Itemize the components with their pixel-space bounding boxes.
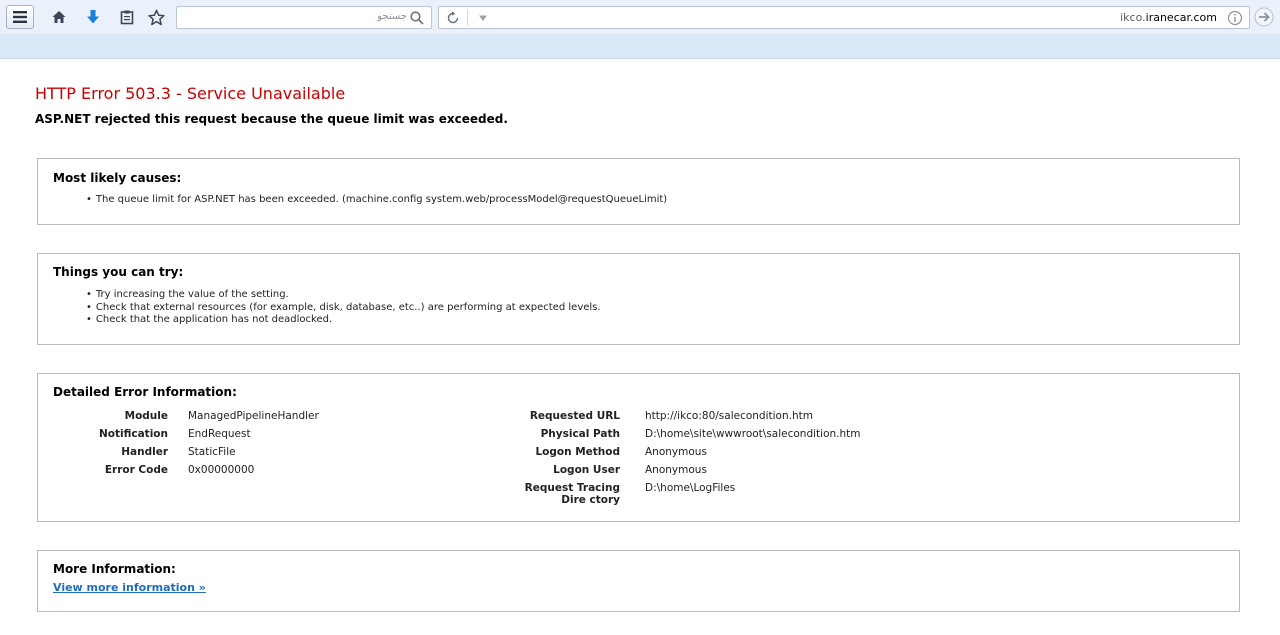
list-item: Try increasing the value of the setting. <box>86 289 601 302</box>
detail-label: Logon User <box>553 464 620 476</box>
detail-label: Handler <box>121 446 168 458</box>
detail-label: Notification <box>98 428 168 440</box>
url-host-prefix: ikco. <box>1120 11 1146 24</box>
detail-value: 0x00000000 <box>188 464 255 476</box>
causes-list: The queue limit for ASP.NET has been exc… <box>86 194 667 207</box>
detail-label: Requested URL <box>529 410 620 422</box>
search-placeholder: جستجو <box>377 11 407 22</box>
hamburger-icon <box>13 11 27 23</box>
detail-value: Anonymous <box>645 446 707 458</box>
causes-heading: Most likely causes: <box>53 171 182 185</box>
detail-value: ManagedPipelineHandler <box>188 410 319 422</box>
detail-value: Anonymous <box>645 464 707 476</box>
star-icon <box>147 9 165 25</box>
clipboard-icon <box>120 10 134 25</box>
view-more-information-link[interactable]: View more information » <box>53 581 206 594</box>
detail-value: D:\home\LogFiles <box>645 482 736 494</box>
detail-label: Logon Method <box>535 446 620 458</box>
detail-value: EndRequest <box>188 428 251 440</box>
browser-toolbar: جستجو ikco.iranecar.com <box>0 0 1280 35</box>
try-list: Try increasing the value of the setting.… <box>86 289 601 327</box>
detail-label: Module <box>124 410 168 422</box>
reload-icon[interactable] <box>445 10 461 26</box>
error-title: HTTP Error 503.3 - Service Unavailable <box>35 84 346 103</box>
more-info-panel: More Information: View more information … <box>37 550 1240 612</box>
search-icon[interactable] <box>409 10 425 26</box>
home-icon <box>52 11 66 23</box>
go-button[interactable] <box>1252 5 1276 29</box>
detail-panel: Detailed Error Information: Module Manag… <box>37 373 1240 522</box>
url-host-domain: iranecar.com <box>1145 11 1217 24</box>
download-arrow-icon <box>87 10 99 24</box>
list-item: The queue limit for ASP.NET has been exc… <box>86 194 667 207</box>
bookmarks-bar <box>0 35 1280 59</box>
list-item: Check that the application has not deadl… <box>86 314 601 327</box>
address-separator <box>467 10 468 26</box>
menu-button[interactable] <box>6 5 34 29</box>
detail-value: http://ikco:80/salecondition.htm <box>645 410 813 422</box>
reader-view-button[interactable] <box>115 6 139 28</box>
error-subtitle: ASP.NET rejected this request because th… <box>35 112 508 126</box>
more-info-heading: More Information: <box>53 562 176 576</box>
search-field[interactable]: جستجو <box>176 6 432 29</box>
detail-label: Request Tracing Dire ctory <box>524 482 620 506</box>
site-info-icon[interactable] <box>1227 10 1243 26</box>
detail-value: StaticFile <box>188 446 236 458</box>
page-content: HTTP Error 503.3 - Service Unavailable A… <box>0 60 1280 635</box>
causes-panel: Most likely causes: The queue limit for … <box>37 158 1240 225</box>
history-dropdown-icon[interactable] <box>477 12 489 24</box>
home-button[interactable] <box>47 6 71 28</box>
list-item: Check that external resources (for examp… <box>86 302 601 315</box>
bookmark-button[interactable] <box>144 6 168 28</box>
address-bar[interactable]: ikco.iranecar.com <box>438 6 1250 29</box>
detail-heading: Detailed Error Information: <box>53 385 237 399</box>
detail-label: Error Code <box>104 464 168 476</box>
try-heading: Things you can try: <box>53 265 184 279</box>
try-panel: Things you can try: Try increasing the v… <box>37 253 1240 345</box>
arrow-right-icon <box>1254 7 1274 27</box>
detail-value: D:\home\site\wwwroot\salecondition.htm <box>645 428 861 440</box>
downloads-button[interactable] <box>81 6 105 28</box>
url-text: ikco.iranecar.com <box>1120 11 1217 24</box>
detail-label: Physical Path <box>540 428 620 440</box>
